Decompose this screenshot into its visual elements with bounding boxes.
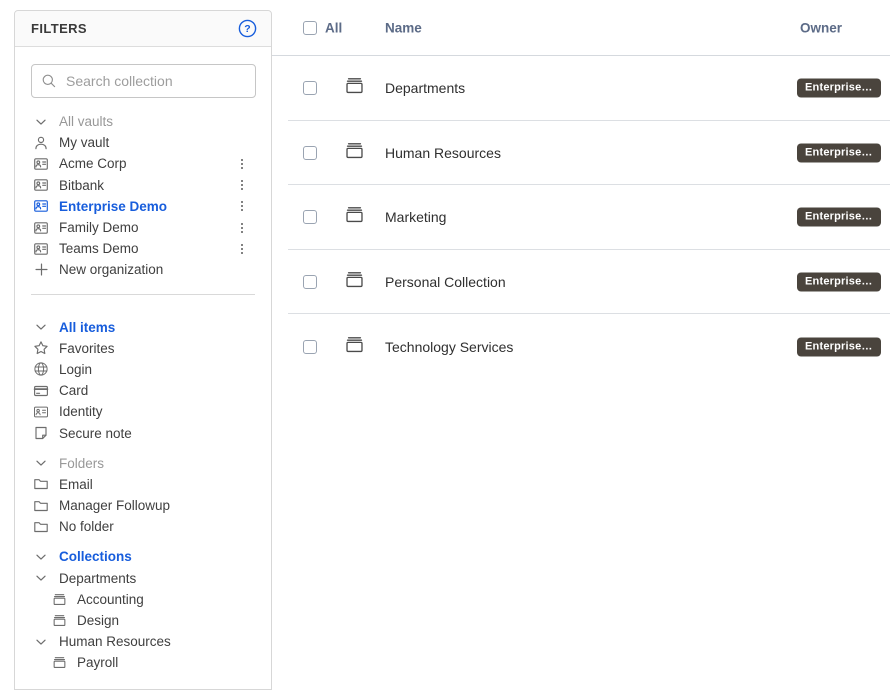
table-header: All Name Owner xyxy=(272,0,890,56)
vaults-section: All vaults My vault Acme Corp Bitbank En… xyxy=(15,111,271,281)
collection-name-link[interactable]: Personal Collection xyxy=(385,274,506,290)
sidebar-item-collections-header[interactable]: Collections xyxy=(15,546,271,567)
collections-section: Collections Departments Accounting Desig… xyxy=(15,546,271,673)
chevron-down-icon xyxy=(33,549,49,565)
owner-badge: Enterprise… xyxy=(797,143,881,162)
collection-icon xyxy=(344,334,365,360)
organization-icon xyxy=(33,177,49,193)
item-types-section: All items Favorites Login Card Identity … xyxy=(15,317,271,444)
sidebar-item-favorites[interactable]: Favorites xyxy=(15,338,271,359)
collection-name-link[interactable]: Departments xyxy=(385,80,465,96)
table-row: Departments Enterprise… xyxy=(272,56,890,121)
organization-icon xyxy=(33,156,49,172)
organization-icon xyxy=(33,220,49,236)
row-checkbox[interactable] xyxy=(303,210,317,224)
collections-table: All Name Owner Departments Enterprise… H… xyxy=(272,0,890,681)
collection-icon xyxy=(344,140,365,166)
filters-title: FILTERS xyxy=(31,21,87,36)
note-icon xyxy=(33,425,49,441)
search-input[interactable] xyxy=(31,64,256,98)
filters-header: FILTERS ? xyxy=(15,11,271,47)
table-row: Marketing Enterprise… xyxy=(272,185,890,250)
user-icon xyxy=(33,135,49,151)
sidebar-item-collection-payroll[interactable]: Payroll xyxy=(15,652,271,673)
row-checkbox[interactable] xyxy=(303,146,317,160)
sidebar-item-login[interactable]: Login xyxy=(15,359,271,380)
sidebar-item-my-vault[interactable]: My vault xyxy=(15,132,271,153)
search-icon xyxy=(41,73,57,89)
row-checkbox[interactable] xyxy=(303,340,317,354)
owner-column-header[interactable]: Owner xyxy=(800,20,842,35)
collection-icon xyxy=(344,75,365,101)
divider xyxy=(31,294,255,295)
chevron-down-icon xyxy=(33,570,49,586)
folder-icon xyxy=(33,476,49,492)
svg-text:?: ? xyxy=(244,23,250,35)
sidebar-item-all-items[interactable]: All items xyxy=(15,317,271,338)
sidebar-item-collection-human-resources[interactable]: Human Resources xyxy=(15,631,271,652)
sidebar-item-collection-departments[interactable]: Departments xyxy=(15,568,271,589)
plus-icon xyxy=(33,262,49,278)
search-collection xyxy=(31,64,256,98)
name-column-header[interactable]: Name xyxy=(385,20,422,35)
owner-badge: Enterprise… xyxy=(797,79,881,98)
org-options-icon[interactable] xyxy=(235,156,249,172)
owner-badge: Enterprise… xyxy=(797,337,881,356)
collection-name-link[interactable]: Marketing xyxy=(385,209,446,225)
collection-icon xyxy=(51,613,67,629)
sidebar-item-new-organization[interactable]: New organization xyxy=(15,259,271,280)
sidebar-item-folder-manager-followup[interactable]: Manager Followup xyxy=(15,495,271,516)
select-all-checkbox[interactable] xyxy=(303,21,317,35)
sidebar-item-org-bitbank[interactable]: Bitbank xyxy=(15,175,271,196)
sidebar-item-collection-design[interactable]: Design xyxy=(15,610,271,631)
chevron-down-icon xyxy=(33,634,49,650)
sidebar-item-identity[interactable]: Identity xyxy=(15,401,271,422)
globe-icon xyxy=(33,361,49,377)
folder-icon xyxy=(33,519,49,535)
sidebar-item-card[interactable]: Card xyxy=(15,380,271,401)
collection-name-link[interactable]: Human Resources xyxy=(385,145,501,161)
organization-icon xyxy=(33,241,49,257)
collection-icon xyxy=(51,591,67,607)
sidebar-item-org-family-demo[interactable]: Family Demo xyxy=(15,217,271,238)
credit-card-icon xyxy=(33,383,49,399)
filters-sidebar: FILTERS ? All vaults My vault Acme Corp … xyxy=(14,10,272,690)
sidebar-item-folders-header[interactable]: Folders xyxy=(15,453,271,474)
organization-icon xyxy=(33,198,49,214)
sidebar-item-org-acme-corp[interactable]: Acme Corp xyxy=(15,153,271,174)
select-all-label: All xyxy=(325,20,342,35)
sidebar-item-all-vaults[interactable]: All vaults xyxy=(15,111,271,132)
collection-icon xyxy=(344,269,365,295)
collection-icon xyxy=(344,204,365,230)
sidebar-item-folder-no-folder[interactable]: No folder xyxy=(15,516,271,537)
table-row: Technology Services Enterprise… xyxy=(272,314,890,379)
owner-badge: Enterprise… xyxy=(797,273,881,292)
collection-icon xyxy=(51,655,67,671)
org-options-icon[interactable] xyxy=(235,198,249,214)
folder-icon xyxy=(33,498,49,514)
star-icon xyxy=(33,340,49,356)
table-row: Human Resources Enterprise… xyxy=(272,121,890,186)
chevron-down-icon xyxy=(33,455,49,471)
sidebar-item-folder-email[interactable]: Email xyxy=(15,474,271,495)
chevron-down-icon xyxy=(33,114,49,130)
sidebar-item-secure-note[interactable]: Secure note xyxy=(15,422,271,443)
sidebar-item-org-teams-demo[interactable]: Teams Demo xyxy=(15,238,271,259)
sidebar-item-collection-accounting[interactable]: Accounting xyxy=(15,589,271,610)
folders-section: Folders Email Manager Followup No folder xyxy=(15,453,271,538)
row-checkbox[interactable] xyxy=(303,81,317,95)
row-checkbox[interactable] xyxy=(303,275,317,289)
org-options-icon[interactable] xyxy=(235,241,249,257)
chevron-down-icon xyxy=(33,319,49,335)
help-icon[interactable]: ? xyxy=(238,19,257,38)
org-options-icon[interactable] xyxy=(235,177,249,193)
table-row: Personal Collection Enterprise… xyxy=(272,250,890,315)
org-options-icon[interactable] xyxy=(235,220,249,236)
collection-name-link[interactable]: Technology Services xyxy=(385,339,513,355)
sidebar-item-org-enterprise-demo[interactable]: Enterprise Demo xyxy=(15,196,271,217)
owner-badge: Enterprise… xyxy=(797,208,881,227)
id-card-icon xyxy=(33,404,49,420)
